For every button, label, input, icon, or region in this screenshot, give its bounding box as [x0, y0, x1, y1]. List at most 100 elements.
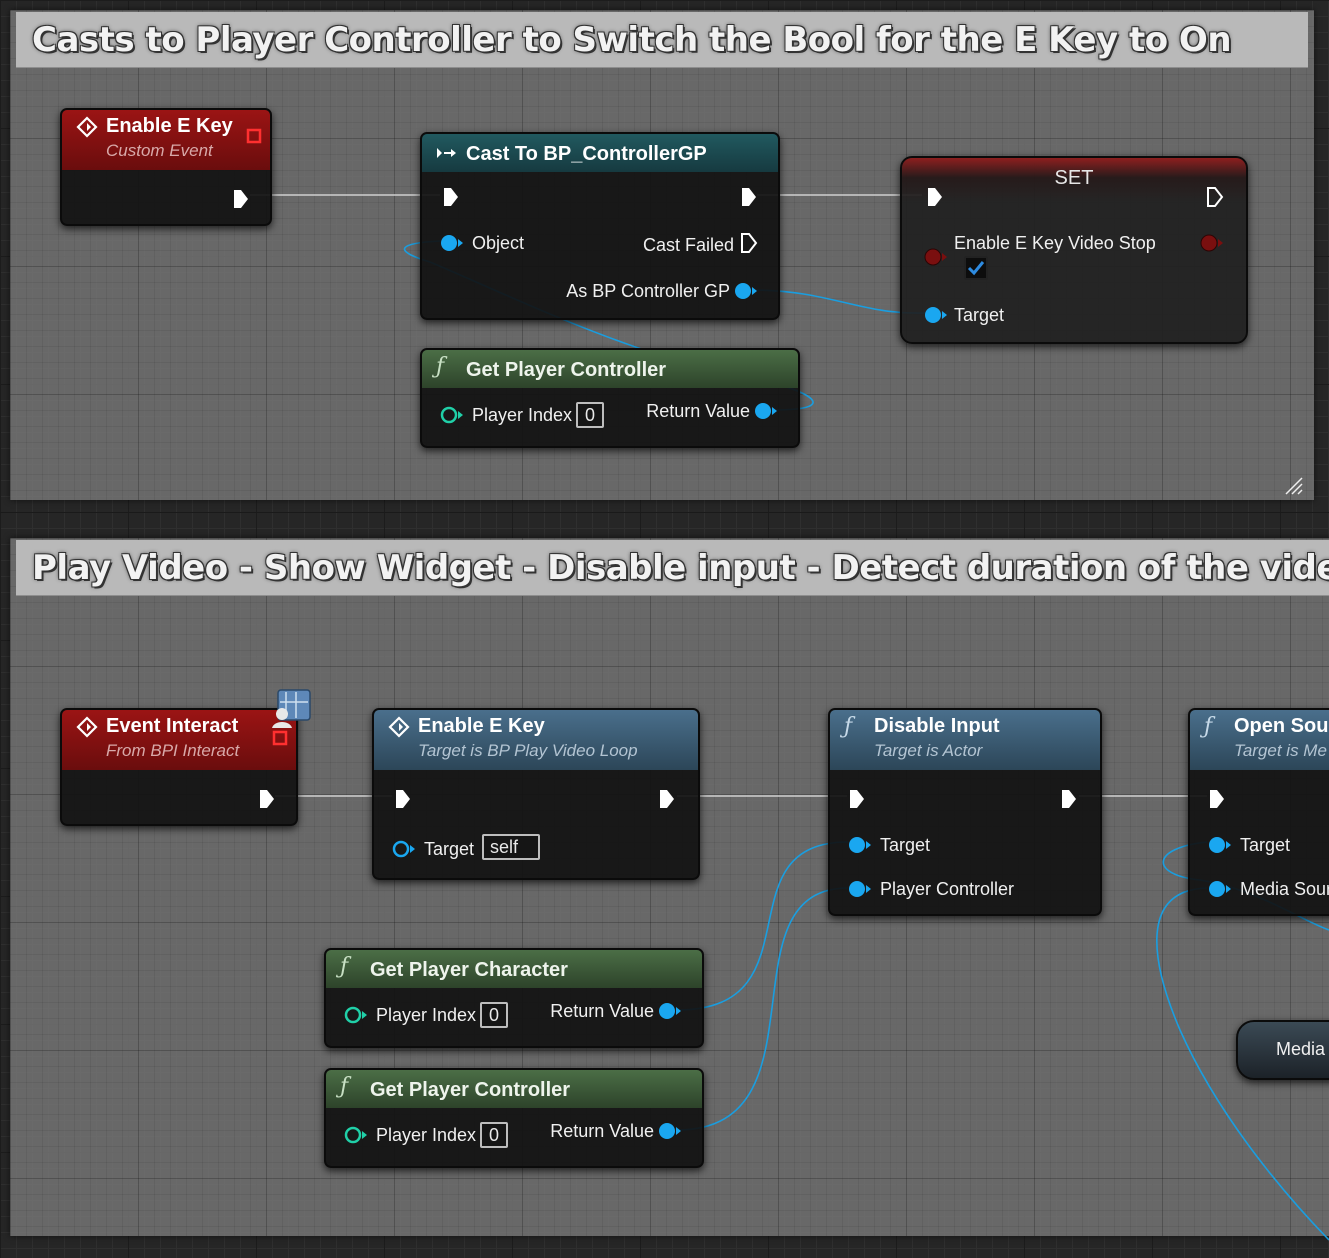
exec-out-pin[interactable] — [1060, 788, 1078, 810]
target-input-pin[interactable] — [392, 840, 416, 858]
exec-out-pin[interactable] — [658, 788, 676, 810]
object-output-pin[interactable] — [754, 402, 778, 420]
bool-input-pin[interactable] — [924, 248, 948, 266]
object-output-pin[interactable] — [658, 1002, 682, 1020]
node-subtitle: From BPI Interact — [106, 741, 240, 760]
event-diamond-icon — [76, 716, 98, 738]
node-header[interactable]: SET — [902, 158, 1246, 202]
pin-label-as-controller: As BP Controller GP — [566, 281, 730, 301]
pin-label-object: Object — [472, 233, 525, 253]
node-title: Enable E Key — [418, 715, 545, 737]
pin-label-target: Target — [424, 839, 475, 859]
open-source-node[interactable]: ƒ Open Sour Target is Me Target Media So… — [1188, 708, 1329, 916]
event-diamond-icon — [76, 116, 98, 138]
media-source-input-pin[interactable] — [1208, 880, 1232, 898]
node-title: Enable E Key — [106, 115, 233, 137]
exec-in-pin[interactable] — [442, 186, 460, 208]
disable-input-node[interactable]: ƒ Disable Input Target is Actor Target P… — [828, 708, 1102, 916]
target-input-pin[interactable] — [848, 836, 872, 854]
node-title: SET — [1054, 167, 1094, 189]
node-title: Open Sour — [1234, 715, 1329, 737]
target-input-pin[interactable] — [1208, 836, 1232, 854]
exec-out-pin[interactable] — [232, 188, 250, 210]
function-icon: ƒ — [340, 1074, 349, 1099]
node-title: Event Interact — [106, 715, 239, 737]
node-title: Get Player Character — [370, 959, 568, 981]
exec-in-pin[interactable] — [848, 788, 866, 810]
node-subtitle: Target is Me — [1234, 741, 1327, 760]
player-controller-input-pin[interactable] — [848, 880, 872, 898]
get-player-controller-node[interactable]: ƒ Get Player Controller Player Index 0 R… — [420, 348, 800, 448]
node-subtitle: Target is BP Play Video Loop — [418, 741, 638, 760]
function-icon: ƒ — [844, 714, 853, 739]
node-header[interactable]: Cast To BP_ControllerGP — [422, 134, 778, 172]
node-title: Get Player Controller — [370, 1079, 571, 1101]
node-header[interactable]: ƒ Open Sour Target is Me — [1190, 710, 1329, 770]
node-subtitle: Custom Event — [106, 141, 213, 160]
event-interact-node[interactable]: Event Interact From BPI Interact — [60, 708, 298, 826]
variable-label: Media — [1276, 1039, 1326, 1059]
node-header[interactable]: ƒ Disable Input Target is Actor — [830, 710, 1100, 770]
delegate-pin-icon[interactable] — [272, 730, 288, 746]
object-input-pin[interactable] — [440, 234, 464, 252]
enable-e-key-call-node[interactable]: Enable E Key Target is BP Play Video Loo… — [372, 708, 700, 880]
int-input-pin[interactable] — [440, 406, 464, 424]
cast-arrow-icon — [437, 148, 456, 158]
player-index-field[interactable]: 0 — [480, 1002, 508, 1028]
exec-out-pin[interactable] — [740, 186, 758, 208]
node-header[interactable]: ƒ Get Player Controller — [422, 350, 798, 388]
pin-label-cast-failed: Cast Failed — [642, 235, 734, 255]
comment-title[interactable]: Casts to Player Controller to Switch the… — [16, 12, 1308, 68]
bool-output-pin[interactable] — [1200, 234, 1224, 252]
pin-label-player-index: Player Index — [376, 1005, 477, 1025]
node-title: Disable Input — [874, 715, 1000, 737]
comment-title[interactable]: Play Video - Show Widget - Disable input… — [16, 540, 1329, 596]
pin-label-media-source: Media Sour — [1240, 879, 1329, 899]
node-header[interactable]: Event Interact From BPI Interact — [62, 710, 296, 770]
get-player-controller-node[interactable]: ƒ Get Player Controller Player Index 0 R… — [324, 1068, 704, 1168]
interface-message-icon — [272, 689, 311, 728]
pin-label-variable: Enable E Key Video Stop — [954, 233, 1156, 253]
object-output-pin[interactable] — [734, 282, 758, 300]
event-diamond-icon — [388, 716, 410, 738]
custom-event-node-enable-e-key[interactable]: Enable E Key Custom Event — [60, 108, 272, 226]
exec-cast-failed-pin[interactable] — [740, 232, 758, 254]
function-icon: ƒ — [436, 354, 445, 379]
node-header[interactable]: ƒ Get Player Character — [326, 950, 702, 988]
exec-in-pin[interactable] — [394, 788, 412, 810]
cast-to-node[interactable]: Cast To BP_ControllerGP Object Cast Fail… — [420, 132, 780, 320]
delegate-pin-icon[interactable] — [246, 128, 262, 144]
checkmark-icon — [967, 261, 985, 276]
node-subtitle: Target is Actor — [874, 741, 983, 760]
exec-out-pin[interactable] — [258, 788, 276, 810]
pin-label-target: Target — [880, 835, 931, 855]
pin-label-return-value: Return Value — [550, 1121, 654, 1141]
node-header[interactable]: Enable E Key Target is BP Play Video Loo… — [374, 710, 698, 770]
function-icon: ƒ — [340, 954, 349, 979]
int-input-pin[interactable] — [344, 1006, 368, 1024]
target-self-field[interactable]: self — [482, 834, 540, 860]
player-index-field[interactable]: 0 — [480, 1122, 508, 1148]
node-header[interactable]: ƒ Get Player Controller — [326, 1070, 702, 1108]
bool-value-checkbox[interactable] — [964, 256, 988, 280]
pin-label-target: Target — [954, 305, 1005, 325]
function-icon: ƒ — [1204, 714, 1213, 739]
exec-in-pin[interactable] — [926, 186, 944, 208]
pin-label-return-value: Return Value — [646, 401, 750, 421]
set-variable-node[interactable]: SET Enable E Key Video Stop Target — [900, 156, 1248, 344]
node-header[interactable]: Enable E Key Custom Event — [62, 110, 270, 170]
target-input-pin[interactable] — [924, 306, 948, 324]
exec-in-pin[interactable] — [1208, 788, 1226, 810]
pin-label-target: Target — [1240, 835, 1291, 855]
node-title: Cast To BP_ControllerGP — [466, 143, 707, 165]
media-variable-node[interactable]: Media — [1236, 1020, 1329, 1080]
exec-out-pin[interactable] — [1206, 186, 1224, 208]
node-title: Get Player Controller — [466, 359, 667, 381]
player-index-field[interactable]: 0 — [576, 402, 604, 428]
object-output-pin[interactable] — [658, 1122, 682, 1140]
resize-grip-icon[interactable] — [1284, 476, 1304, 496]
pin-label-return-value: Return Value — [550, 1001, 654, 1021]
get-player-character-node[interactable]: ƒ Get Player Character Player Index 0 Re… — [324, 948, 704, 1048]
pin-label-player-index: Player Index — [472, 405, 573, 425]
int-input-pin[interactable] — [344, 1126, 368, 1144]
